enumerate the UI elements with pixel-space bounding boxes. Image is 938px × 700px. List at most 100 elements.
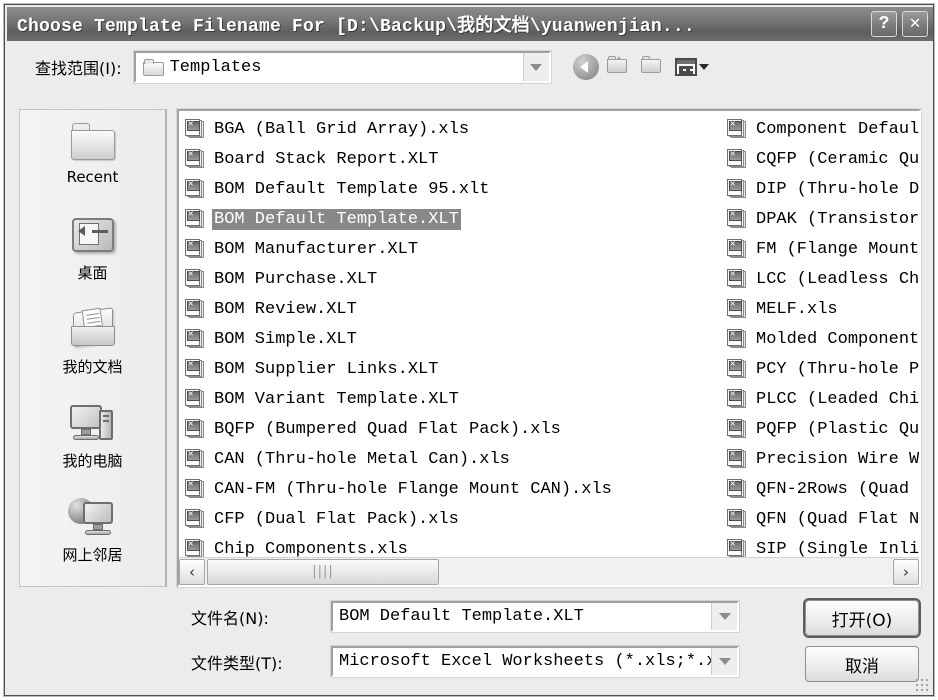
- title-bar[interactable]: Choose Template Filename For [D:\Backup\…: [7, 7, 933, 41]
- place-label: 我的电脑: [62, 452, 123, 470]
- file-list-item[interactable]: Chip Components.xls: [181, 534, 729, 557]
- place-item-recent[interactable]: Recent: [23, 114, 163, 208]
- places-bar: Recent 桌面 我的文档 我的电脑 网上邻居: [19, 109, 167, 587]
- file-type-combobox[interactable]: Microsoft Excel Worksheets (*.xls;*.x: [330, 645, 740, 678]
- excel-file-icon: [185, 178, 207, 200]
- file-list-item[interactable]: Molded Components: [723, 324, 919, 354]
- file-list-item[interactable]: MELF.xls: [723, 294, 919, 324]
- place-item-desktop[interactable]: 桌面: [23, 208, 163, 302]
- file-name-input[interactable]: BOM Default Template.XLT: [339, 607, 711, 626]
- excel-file-icon: [185, 118, 207, 140]
- look-in-combobox[interactable]: Templates: [132, 50, 552, 84]
- place-item-my-documents[interactable]: 我的文档: [23, 302, 163, 396]
- folder-icon: [142, 59, 164, 76]
- file-list-item[interactable]: BOM Default Template.XLT: [181, 204, 729, 234]
- excel-file-icon: [185, 268, 207, 290]
- file-name-label: Board Stack Report.XLT: [214, 149, 439, 169]
- file-list-item[interactable]: QFN-2Rows (Quad F: [723, 474, 919, 504]
- excel-file-icon: [727, 148, 749, 170]
- close-button[interactable]: ✕: [902, 11, 928, 37]
- file-list-item[interactable]: CAN-FM (Thru-hole Flange Mount CAN).xls: [181, 474, 729, 504]
- look-in-label: 查找范围(I):: [35, 59, 122, 78]
- excel-file-icon: [727, 358, 749, 380]
- look-in-row: 查找范围(I): Templates: [7, 43, 933, 91]
- file-list-column-1: BGA (Ball Grid Array).xls Board Stack Rep…: [181, 114, 729, 557]
- file-name-label: PCY (Thru-hole Pl: [756, 359, 919, 379]
- resize-grip[interactable]: [915, 678, 929, 692]
- file-list-item[interactable]: LCC (Leadless Chi: [723, 264, 919, 294]
- scrollbar-thumb[interactable]: ||||: [207, 558, 439, 585]
- file-list-item[interactable]: FM (Flange Mount): [723, 234, 919, 264]
- file-type-chevron-down-icon[interactable]: [711, 648, 737, 675]
- file-list-item[interactable]: CAN (Thru-hole Metal Can).xls: [181, 444, 729, 474]
- excel-file-icon: [727, 268, 749, 290]
- file-list-item[interactable]: DPAK (Transistor: [723, 204, 919, 234]
- file-list-item[interactable]: SIP (Single Inlin: [723, 534, 919, 557]
- open-button[interactable]: 打开(O): [805, 600, 919, 636]
- file-name-label: MELF.xls: [756, 299, 838, 319]
- file-list-item[interactable]: BOM Simple.XLT: [181, 324, 729, 354]
- place-label: 桌面: [77, 264, 108, 282]
- file-name-label: BOM Review.XLT: [214, 299, 357, 319]
- file-name-label: CQFP (Ceramic Qua: [756, 149, 919, 169]
- my-computer-icon: [65, 396, 121, 448]
- file-list-item[interactable]: BOM Review.XLT: [181, 294, 729, 324]
- file-name-label: Component Default: [756, 119, 919, 139]
- file-name-label: FM (Flange Mount): [756, 239, 919, 259]
- create-new-folder-button[interactable]: [637, 52, 671, 82]
- file-list-item[interactable]: QFN (Quad Flat No: [723, 504, 919, 534]
- place-label: Recent: [66, 168, 119, 186]
- excel-file-icon: [727, 448, 749, 470]
- file-name-label: CFP (Dual Flat Pack).xls: [214, 509, 459, 529]
- look-in-value: Templates: [169, 57, 262, 77]
- file-list-item[interactable]: PCY (Thru-hole Pl: [723, 354, 919, 384]
- navigation-toolbar: [569, 52, 709, 82]
- excel-file-icon: [185, 328, 207, 350]
- up-one-level-button[interactable]: [603, 52, 637, 82]
- back-button[interactable]: [569, 52, 603, 82]
- scroll-left-button[interactable]: ‹: [179, 558, 205, 585]
- scrollbar-track[interactable]: ||||: [205, 558, 893, 585]
- file-type-label: 文件类型(T):: [191, 653, 283, 673]
- file-list-item[interactable]: CFP (Dual Flat Pack).xls: [181, 504, 729, 534]
- file-name-label: BOM Supplier Links.XLT: [214, 359, 439, 379]
- excel-file-icon: [185, 538, 207, 557]
- file-list-item[interactable]: PLCC (Leaded Chip: [723, 384, 919, 414]
- file-name-label: QFN-2Rows (Quad F: [756, 479, 919, 499]
- file-list-item[interactable]: BOM Purchase.XLT: [181, 264, 729, 294]
- file-list-item[interactable]: BOM Variant Template.XLT: [181, 384, 729, 414]
- file-list-item[interactable]: BOM Manufacturer.XLT: [181, 234, 729, 264]
- views-button[interactable]: [671, 52, 709, 82]
- cancel-button[interactable]: 取消: [805, 646, 919, 682]
- excel-file-icon: [727, 208, 749, 230]
- file-list-item[interactable]: BOM Default Template 95.xlt: [181, 174, 729, 204]
- file-name-label: SIP (Single Inlin: [756, 539, 919, 558]
- file-list-item[interactable]: CQFP (Ceramic Qua: [723, 144, 919, 174]
- horizontal-scrollbar[interactable]: ‹ |||| ›: [179, 557, 919, 585]
- desktop-icon: [65, 208, 121, 260]
- file-list-item[interactable]: BOM Supplier Links.XLT: [181, 354, 729, 384]
- excel-file-icon: [185, 298, 207, 320]
- place-item-network[interactable]: 网上邻居: [23, 490, 163, 584]
- excel-file-icon: [727, 538, 749, 557]
- file-list-item[interactable]: Precision Wire Wo: [723, 444, 919, 474]
- file-list-item[interactable]: DIP (Thru-hole Du: [723, 174, 919, 204]
- window-title: Choose Template Filename For [D:\Backup\…: [17, 17, 695, 37]
- file-name-label: DPAK (Transistor: [756, 209, 919, 229]
- file-list[interactable]: BGA (Ball Grid Array).xls Board Stack Rep…: [176, 108, 922, 588]
- file-name-label: Precision Wire Wo: [756, 449, 919, 469]
- file-list-item[interactable]: Board Stack Report.XLT: [181, 144, 729, 174]
- file-list-item[interactable]: BQFP (Bumpered Quad Flat Pack).xls: [181, 414, 729, 444]
- help-button[interactable]: ?: [871, 11, 897, 37]
- place-item-my-computer[interactable]: 我的电脑: [23, 396, 163, 490]
- file-list-item[interactable]: PQFP (Plastic Qua: [723, 414, 919, 444]
- file-name-combobox[interactable]: BOM Default Template.XLT: [330, 600, 740, 633]
- file-name-label: BOM Purchase.XLT: [214, 269, 378, 289]
- file-list-item[interactable]: Component Default: [723, 114, 919, 144]
- file-list-item[interactable]: BGA (Ball Grid Array).xls: [181, 114, 729, 144]
- scroll-right-button[interactable]: ›: [893, 558, 919, 585]
- excel-file-icon: [727, 388, 749, 410]
- recent-folder-icon: [65, 114, 121, 166]
- chevron-down-icon[interactable]: [522, 53, 549, 81]
- file-name-chevron-down-icon[interactable]: [711, 603, 737, 630]
